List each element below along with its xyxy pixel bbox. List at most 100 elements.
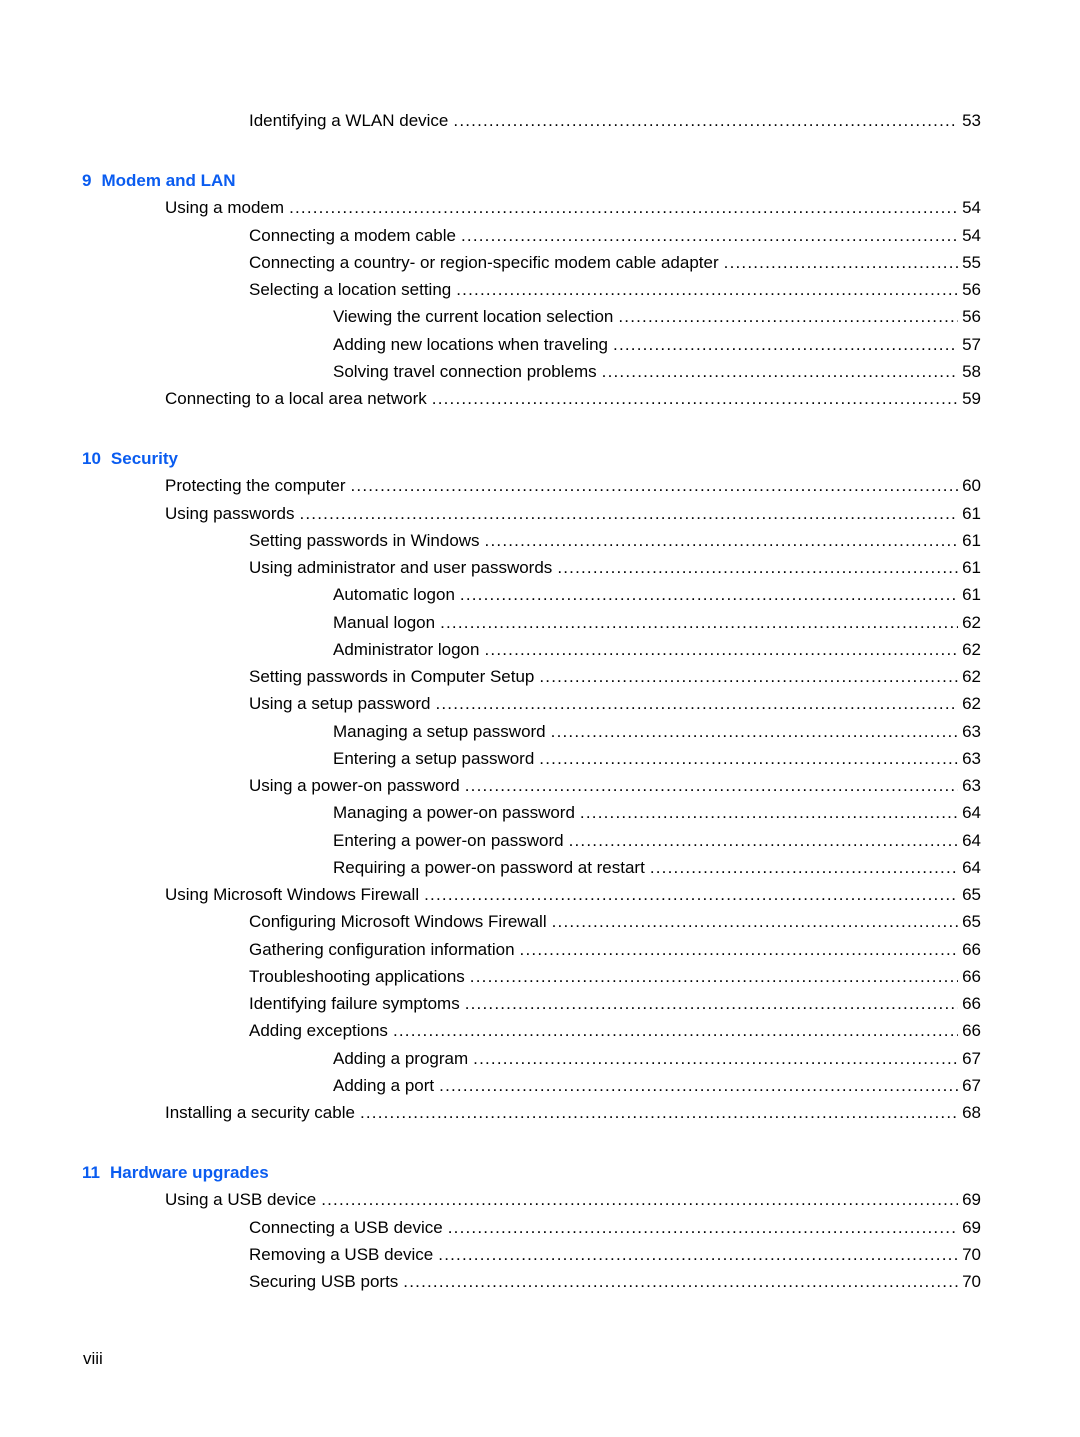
dot-leader <box>470 963 958 990</box>
toc-entry[interactable]: Using a USB device 69 <box>165 1186 981 1213</box>
toc-entry[interactable]: Managing a power-on password 64 <box>333 799 981 826</box>
toc-entry[interactable]: Securing USB ports 70 <box>249 1268 981 1295</box>
entry-page-number: 60 <box>962 476 981 496</box>
toc-entry[interactable]: Entering a setup password 63 <box>333 745 981 772</box>
entry-page-number: 69 <box>962 1217 981 1237</box>
page-number: viii <box>83 1349 103 1368</box>
dot-leader <box>569 827 959 854</box>
toc-row: Protecting the computer 60 <box>0 472 1080 499</box>
entry-page-number: 62 <box>962 667 981 686</box>
toc-row: Entering a setup password 63 <box>0 745 1080 772</box>
entry-page-number: 66 <box>962 939 981 959</box>
chapter-heading[interactable]: 9 Modem and LAN <box>82 167 236 194</box>
entry-title: Administrator logon <box>333 639 480 659</box>
toc-row: Solving travel connection problems 58 <box>0 358 1080 385</box>
toc-entry[interactable]: Manual logon 62 <box>333 609 981 636</box>
chapter-number: 9 <box>82 171 92 191</box>
dot-leader <box>557 554 958 581</box>
toc-entry[interactable]: Adding new locations when traveling 57 <box>333 331 981 358</box>
dot-leader <box>461 222 958 249</box>
toc-entry[interactable]: Using a power-on password 63 <box>249 772 981 799</box>
dot-leader <box>439 1072 958 1099</box>
entry-title: Requiring a power-on password at restart <box>333 857 645 877</box>
dot-leader <box>460 581 958 608</box>
toc-entry[interactable]: Connecting a country- or region-specific… <box>249 249 981 276</box>
toc-row: Manual logon 62 <box>0 609 1080 636</box>
toc-entry[interactable]: Protecting the computer 60 <box>165 472 981 499</box>
chapter-heading[interactable]: 11 Hardware upgrades <box>82 1159 269 1186</box>
entry-page-number: 64 <box>962 803 981 823</box>
entry-title: Using a modem <box>165 198 285 218</box>
toc-row: Removing a USB device 70 <box>0 1241 1080 1268</box>
entry-page-number: 68 <box>962 1103 981 1122</box>
chapter-title: Modem and LAN <box>101 171 236 191</box>
toc-row: Viewing the current location selection 56 <box>0 303 1080 330</box>
entry-page-number: 56 <box>962 307 981 327</box>
toc-entry[interactable]: Using administrator and user passwords 61 <box>249 554 981 581</box>
dot-leader <box>360 1099 958 1126</box>
dot-leader <box>456 276 958 303</box>
dot-leader <box>424 881 958 908</box>
chapter-title: Security <box>110 449 179 469</box>
toc-entry[interactable]: Requiring a power-on password at restart… <box>333 854 981 881</box>
toc-entry[interactable]: Entering a power-on password 64 <box>333 827 981 854</box>
toc-entry[interactable]: Identifying a WLAN device 53 <box>249 107 981 134</box>
toc-row: Adding a port 67 <box>0 1072 1080 1099</box>
entry-title: Adding new locations when traveling <box>333 334 609 354</box>
toc-entry[interactable]: Setting passwords in Computer Setup 62 <box>249 663 981 690</box>
chapter-number: 11 <box>82 1163 100 1183</box>
entry-page-number: 63 <box>962 748 981 768</box>
toc-row: Adding a program 67 <box>0 1045 1080 1072</box>
toc-entry[interactable]: Viewing the current location selection 56 <box>333 303 981 330</box>
toc-entry[interactable]: Adding a port 67 <box>333 1072 981 1099</box>
entry-page-number: 54 <box>962 198 981 218</box>
toc-entry[interactable]: Removing a USB device 70 <box>249 1241 981 1268</box>
toc-entry[interactable]: Using passwords 61 <box>165 500 981 527</box>
toc-entry[interactable]: Installing a security cable 68 <box>165 1099 981 1126</box>
dot-leader <box>580 799 958 826</box>
toc-row: Requiring a power-on password at restart… <box>0 854 1080 881</box>
entry-title: Setting passwords in Computer Setup <box>249 667 535 686</box>
toc-entry[interactable]: Adding a program 67 <box>333 1045 981 1072</box>
entry-page-number: 66 <box>962 1021 981 1041</box>
dot-leader <box>299 500 958 527</box>
toc-entry[interactable]: Selecting a location setting 56 <box>249 276 981 303</box>
dot-leader <box>465 772 958 799</box>
toc-entry[interactable]: Connecting a USB device 69 <box>249 1214 981 1241</box>
entry-title: Automatic logon <box>333 585 455 605</box>
entry-title: Using a setup password <box>249 694 431 714</box>
entry-title: Securing USB ports <box>249 1272 399 1291</box>
dot-leader <box>473 1045 958 1072</box>
entry-title: Connecting a modem cable <box>249 225 456 245</box>
toc-entry[interactable]: Using a modem 54 <box>165 194 981 221</box>
dot-leader <box>453 107 958 134</box>
dot-leader <box>438 1241 958 1268</box>
toc-row: Troubleshooting applications 66 <box>0 963 1080 990</box>
entry-page-number: 70 <box>962 1272 981 1291</box>
entry-title: Solving travel connection problems <box>333 361 597 381</box>
toc-entry[interactable]: Managing a setup password 63 <box>333 718 981 745</box>
toc-entry[interactable]: Using Microsoft Windows Firewall 65 <box>165 881 981 908</box>
toc-entry[interactable]: Solving travel connection problems 58 <box>333 358 981 385</box>
entry-title: Using administrator and user passwords <box>249 558 553 577</box>
toc-entry[interactable]: Administrator logon 62 <box>333 636 981 663</box>
toc-row: Using a USB device 69 <box>0 1186 1080 1213</box>
toc-entry[interactable]: Configuring Microsoft Windows Firewall 65 <box>249 908 981 935</box>
toc-entry[interactable]: Using a setup password 62 <box>249 690 981 717</box>
toc-entry[interactable]: Identifying failure symptoms 66 <box>249 990 981 1017</box>
toc-entry[interactable]: Adding exceptions 66 <box>249 1017 981 1044</box>
toc-entry[interactable]: Troubleshooting applications 66 <box>249 963 981 990</box>
toc-entry[interactable]: Gathering configuration information 66 <box>249 936 981 963</box>
toc-row: Connecting to a local area network 59 <box>0 385 1080 412</box>
entry-title: Using a power-on password <box>249 776 460 795</box>
toc-entry[interactable]: Connecting to a local area network 59 <box>165 385 981 412</box>
chapter-heading[interactable]: 10 Security <box>82 445 178 472</box>
entry-title: Using Microsoft Windows Firewall <box>165 885 420 904</box>
entry-page-number: 61 <box>962 503 981 523</box>
toc-entry[interactable]: Connecting a modem cable 54 <box>249 222 981 249</box>
entry-page-number: 66 <box>962 966 981 986</box>
toc-entry[interactable]: Setting passwords in Windows 61 <box>249 527 981 554</box>
chapter-title: Hardware upgrades <box>109 1163 269 1183</box>
toc-entry[interactable]: Automatic logon 61 <box>333 581 981 608</box>
entry-title: Adding exceptions <box>249 1021 388 1041</box>
